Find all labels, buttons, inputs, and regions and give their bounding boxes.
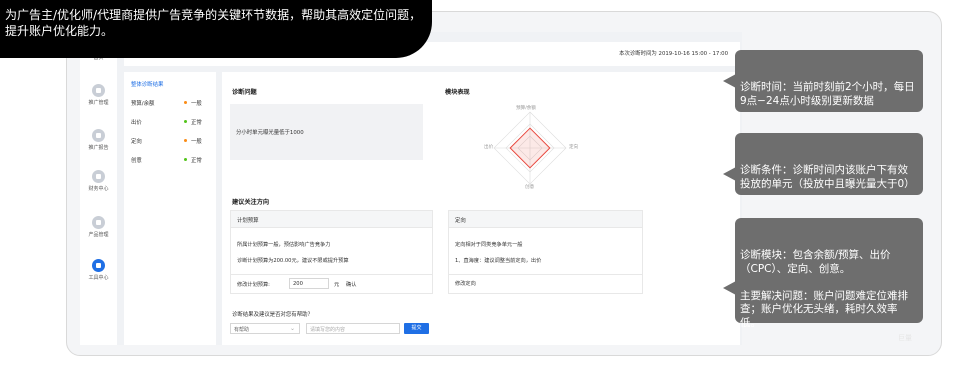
time-annotation-text: 诊断时间：当前时刻前2个小时，每日9点−24点小时级别更新数据 [740, 81, 915, 107]
radar-series [509, 127, 551, 169]
confirm-budget-link[interactable]: 确认 [346, 281, 356, 288]
targeting-advice-line: 1、直海度：建议调整当前定向，出价 [455, 258, 542, 264]
card-divider [231, 274, 432, 275]
metric-name: 出价 [131, 120, 142, 126]
condition-annotation-text: 诊断条件：诊断时间内该账户下有效投放的单元（投放中且曝光量大于0） [740, 164, 915, 190]
submit-button[interactable]: 提交 [404, 323, 429, 334]
sidebar: 首页 推广管理 推广报告 财务中心 产品管理 工具中心 [80, 32, 117, 345]
sidebar-item-label: 推广报告 [88, 145, 109, 151]
sidebar-item-label: 推广管理 [88, 100, 109, 106]
targeting-advice-line: 定向相对于同类竞争单元一般 [455, 242, 523, 248]
metric-row[interactable]: 出价 正常 [131, 118, 211, 128]
sidebar-item-label: 工具中心 [88, 275, 109, 281]
time-annotation-bubble: 诊断时间：当前时刻前2个小时，每日9点−24点小时级别更新数据 [723, 50, 923, 112]
feedback-input[interactable]: 请填写您的内容 [306, 323, 400, 334]
condition-annotation-bubble: 诊断条件：诊断时间内该账户下有效投放的单元（投放中且曝光量大于0） [723, 133, 923, 195]
budget-advice-card: 计划预算 所属计划预算一般，预估影响广告竞争力 诊断计划预算为200.00元，建… [230, 210, 433, 294]
module-annotation-bubble: 诊断模块：包含余额/预算、出价（CPC）、定向、创意。 主要解决问题：账户问题难… [723, 218, 923, 329]
intro-text: 为广告主/优化师/代理商提供广告竞争的关键环节数据，帮助其高效定位问题，提升账户… [5, 8, 422, 38]
budget-advice-line: 所属计划预算一般，预估影响广告竞争力 [237, 242, 331, 248]
targeting-advice-card: 定向 定向相对于同类竞争单元一般 1、直海度：建议调整当前定向，出价 修改定向 [448, 210, 643, 294]
module-annotation-text: 诊断模块：包含余额/预算、出价（CPC）、定向、创意。 主要解决问题：账户问题难… [740, 249, 908, 329]
metric-status: 正常 [191, 120, 202, 126]
chevron-down-icon: ⌄ [289, 325, 295, 332]
overall-result-title: 整体诊断结果 [131, 82, 164, 88]
radar-chart [493, 111, 567, 185]
problem-box: 分小时单元曝光量低于1000 [230, 104, 423, 160]
status-dot [184, 139, 187, 142]
targeting-card-title: 定向 [449, 211, 642, 228]
sidebar-item-label: 产品管理 [88, 232, 109, 238]
finance-icon [92, 170, 105, 183]
sidebar-item-label: 财务中心 [88, 186, 109, 192]
module-radar: 预算/余额 出价 创意 定向 [476, 100, 604, 196]
tools-icon [92, 259, 105, 272]
product-icon [92, 216, 105, 229]
problem-title: 诊断问题 [232, 89, 257, 96]
advice-title: 建议关注方向 [232, 199, 270, 206]
module-title: 模块表现 [445, 89, 470, 96]
metric-row[interactable]: 定向 一般 [131, 137, 211, 147]
report-icon [92, 129, 105, 142]
status-dot [184, 101, 187, 104]
radar-axis-label: 出价 [484, 145, 494, 150]
metric-status: 一般 [191, 101, 202, 107]
bubble-tail [723, 167, 736, 181]
feedback-select[interactable]: 有帮助 ⌄ [230, 323, 300, 334]
status-dot [184, 120, 187, 123]
card-divider [449, 274, 642, 275]
metric-name: 定向 [131, 139, 142, 145]
budget-card-title: 计划预算 [231, 211, 432, 228]
metric-name: 预算/余额 [131, 101, 155, 107]
sidebar-item-report[interactable]: 推广报告 [80, 129, 117, 151]
metric-row[interactable]: 预算/余额 一般 [131, 99, 211, 109]
metric-name: 创意 [131, 158, 142, 164]
radar-axis-label: 创意 [525, 185, 535, 190]
radar-axis-label: 定向 [569, 145, 579, 150]
budget-input[interactable]: 200 [289, 278, 329, 289]
sidebar-item-promotion[interactable]: 推广管理 [80, 84, 117, 106]
overall-result-panel: 整体诊断结果 预算/余额 一般 出价 正常 定向 一般 创意 正常 [124, 72, 216, 345]
metric-status: 正常 [191, 158, 202, 164]
problem-text: 分小时单元曝光量低于1000 [236, 130, 304, 136]
budget-unit: 元 [334, 282, 340, 288]
metric-status: 一般 [191, 139, 202, 145]
sidebar-item-product[interactable]: 产品管理 [80, 216, 117, 238]
feedback-select-value: 有帮助 [234, 327, 250, 333]
modify-budget-label: 修改计划预算: [237, 282, 270, 288]
bubble-tail [723, 74, 736, 88]
diagnosis-time: 本次诊断时间为 2019-10-16 15:00 - 17:00 [619, 51, 728, 57]
sidebar-item-tools[interactable]: 工具中心 [80, 259, 117, 281]
modify-targeting-link[interactable]: 修改定向 [455, 280, 476, 287]
watermark: 巨量 [898, 334, 912, 342]
bubble-tail [723, 281, 736, 295]
sidebar-item-finance[interactable]: 财务中心 [80, 170, 117, 192]
status-dot [184, 158, 187, 161]
metric-row[interactable]: 创意 正常 [131, 156, 211, 166]
intro-bubble: 为广告主/优化师/代理商提供广告竞争的关键环节数据，帮助其高效定位问题，提升账户… [0, 0, 432, 58]
budget-advice-line: 诊断计划预算为200.00元，建议不限或提升预算 [237, 258, 349, 264]
radar-axis-label: 预算/余额 [516, 106, 536, 111]
feedback-question: 诊断结果及建议是否对您有帮助？ [232, 312, 313, 318]
promotion-icon [92, 84, 105, 97]
